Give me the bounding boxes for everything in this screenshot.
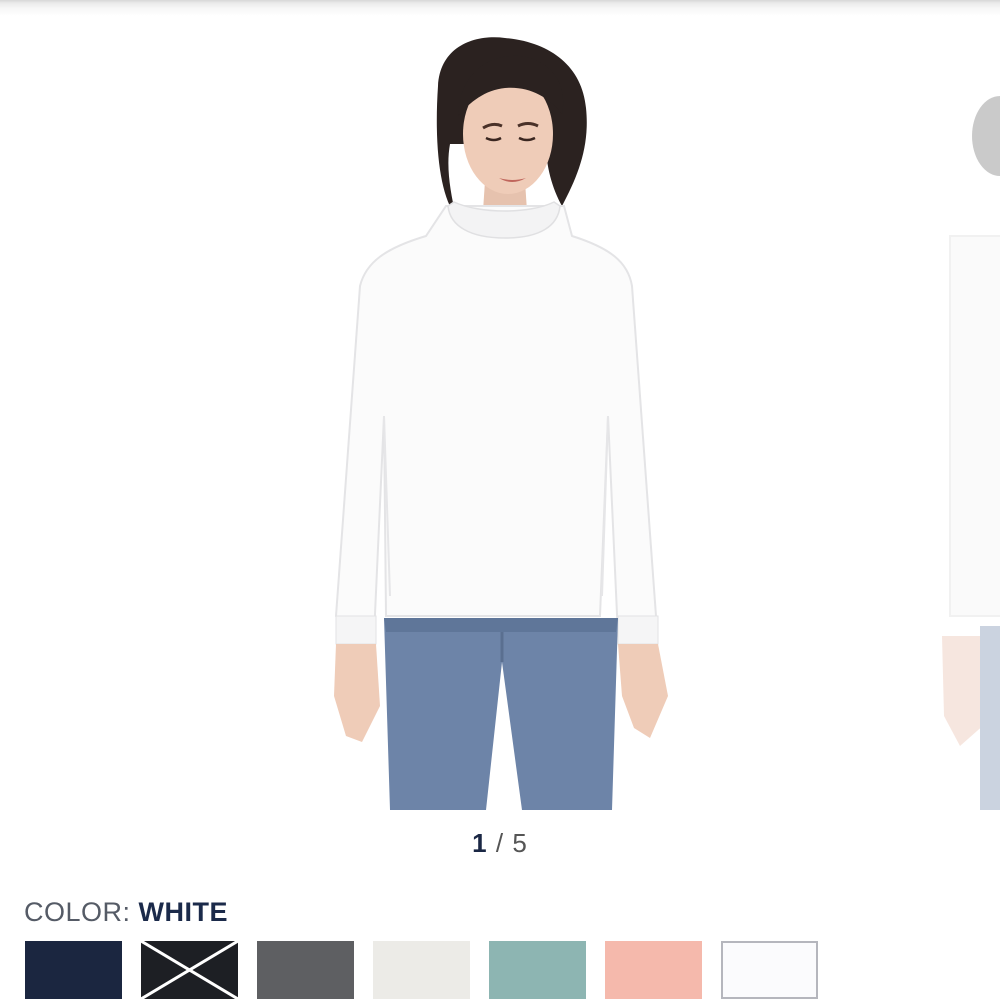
swatch-white[interactable] <box>720 940 818 999</box>
product-image-carousel[interactable] <box>0 16 1000 810</box>
product-image-next-preview[interactable] <box>920 16 1000 810</box>
swatch-black-white-pattern[interactable] <box>140 940 238 999</box>
color-selection-label: COLOR: WHITE <box>24 897 228 928</box>
swatch-navy[interactable] <box>24 940 122 999</box>
image-counter-separator: / <box>495 828 505 858</box>
color-label-prefix: COLOR: <box>24 897 131 927</box>
swatch-peach[interactable] <box>604 940 702 999</box>
color-selected-value: WHITE <box>138 897 229 927</box>
swatch-sage[interactable] <box>488 940 586 999</box>
color-swatch-list <box>24 940 818 999</box>
swatch-ivory[interactable] <box>372 940 470 999</box>
product-image-main[interactable] <box>300 16 700 810</box>
header-shadow <box>0 0 1000 16</box>
image-counter: 1 / 5 <box>0 828 1000 859</box>
image-counter-current: 1 <box>472 828 488 858</box>
swatch-gray-heather[interactable] <box>256 940 354 999</box>
image-counter-total: 5 <box>512 828 528 858</box>
